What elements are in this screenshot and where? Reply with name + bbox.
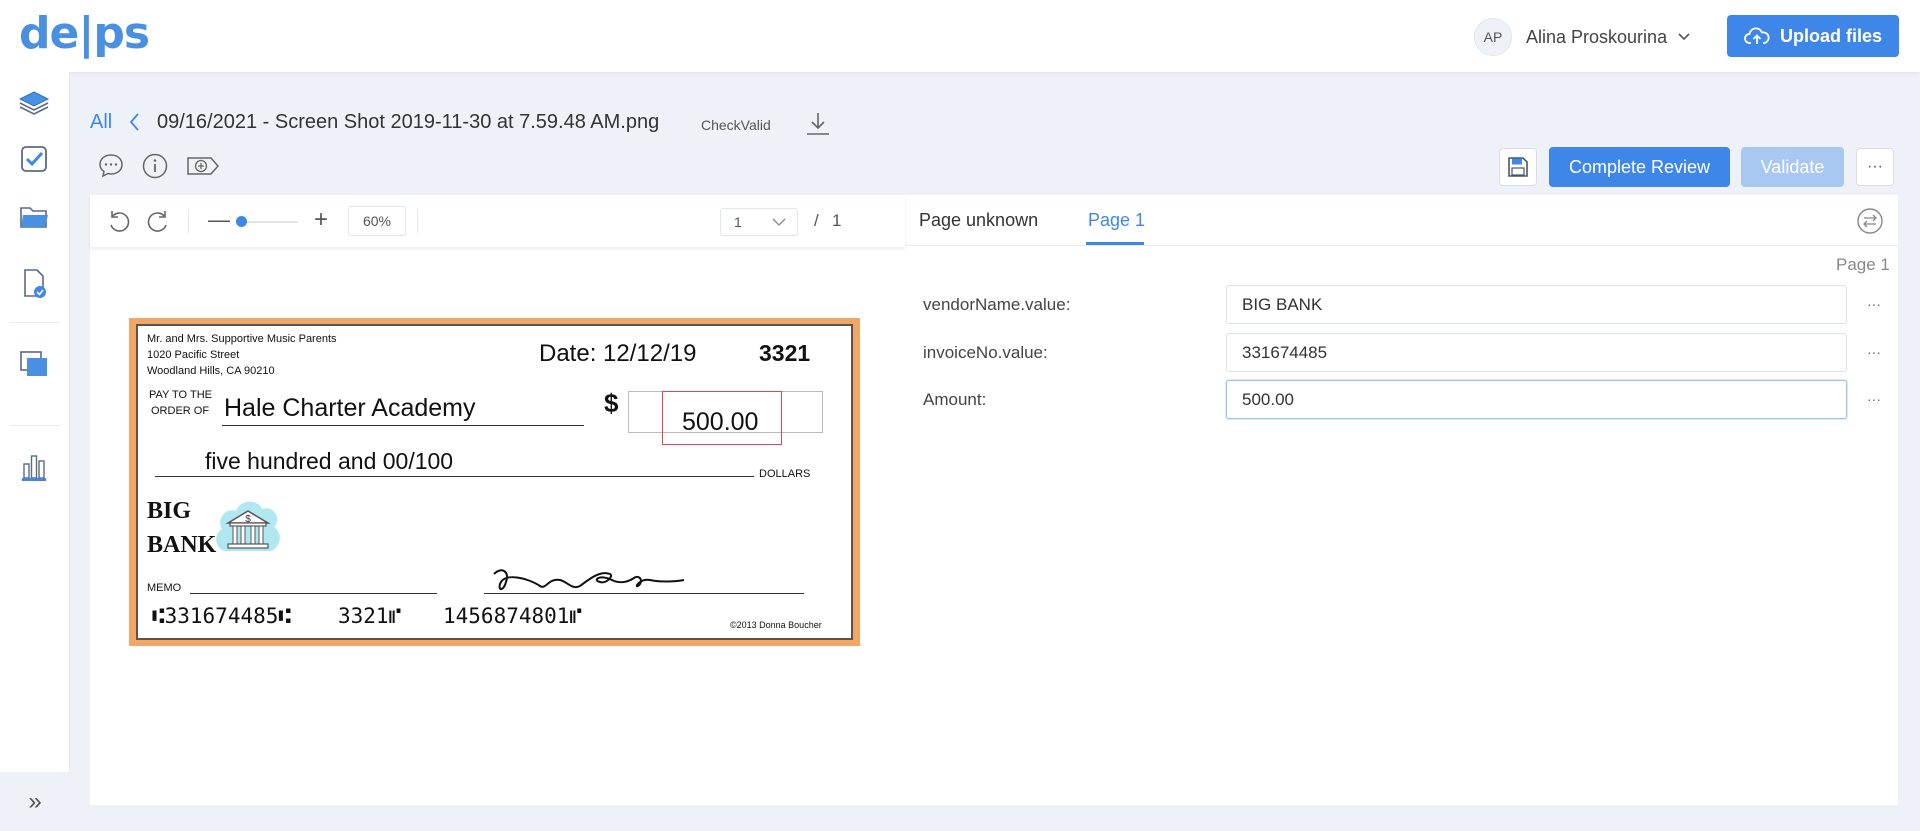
field-label-vendor-name: vendorName.value: <box>923 295 1071 314</box>
floppy-disk-icon <box>1508 157 1528 177</box>
page-separator: / <box>814 211 819 230</box>
page-indicator: Page 1 <box>1836 255 1890 274</box>
micr-routing-number: ⑆331674485⑆ <box>152 604 291 628</box>
micr-account-number: 1456874801⑈ <box>443 604 583 628</box>
check-copyright: ©2013 Donna Boucher <box>730 620 822 630</box>
document-type-label: CheckValid <box>701 117 771 133</box>
user-menu[interactable]: AP Alina Proskourina <box>1474 18 1691 56</box>
upload-files-label: Upload files <box>1779 25 1882 46</box>
tab-page-unknown[interactable]: Page unknown <box>919 210 1038 231</box>
payer-name: Mr. and Mrs. Supportive Music Parents <box>147 333 337 345</box>
amount-input[interactable]: 500.00 <box>1226 380 1847 419</box>
toolbar-divider <box>188 209 189 233</box>
avatar[interactable]: AP <box>1474 18 1512 56</box>
app-logo-text: de|ps <box>19 8 150 59</box>
cloud-upload-icon <box>1744 27 1770 44</box>
checkbox-icon[interactable] <box>17 142 51 176</box>
copy-icon[interactable] <box>17 347 51 381</box>
amount-words: five hundred and 00/100 <box>205 448 454 474</box>
sidebar-expand-button[interactable]: » <box>0 772 70 831</box>
double-chevron-right-icon: » <box>28 787 42 815</box>
dollars-label: DOLLARS <box>759 468 811 480</box>
folder-icon[interactable] <box>17 200 51 234</box>
sidebar-divider <box>10 322 60 323</box>
rotate-left-icon[interactable] <box>106 209 132 240</box>
zoom-out-button[interactable]: — <box>208 207 230 233</box>
payee-line <box>222 425 584 426</box>
more-options-button[interactable]: ··· <box>1856 148 1894 186</box>
memo-line <box>190 593 437 594</box>
app-logo[interactable]: de|ps <box>19 8 150 59</box>
chevron-down-icon <box>771 215 787 231</box>
zoom-in-button[interactable]: + <box>314 206 328 234</box>
page-total: 1 <box>832 211 842 230</box>
field-label-amount: Amount: <box>923 390 987 409</box>
document-title: 09/16/2021 - Screen Shot 2019-11-30 at 7… <box>157 111 660 133</box>
order-of-label: ORDER OF <box>151 405 210 417</box>
payee-name: Hale Charter Academy <box>224 394 476 422</box>
info-icon[interactable] <box>141 152 169 185</box>
page-select-value: 1 <box>734 214 742 230</box>
add-tag-icon[interactable] <box>185 152 221 185</box>
micr-check-number: 3321⑈ <box>338 604 402 628</box>
bar-chart-icon[interactable] <box>17 450 51 484</box>
payer-street: 1020 Pacific Street <box>147 349 240 361</box>
tab-page-1[interactable]: Page 1 <box>1088 210 1145 231</box>
page-select[interactable]: 1 <box>720 208 798 236</box>
sidebar-divider <box>10 425 60 426</box>
complete-review-button[interactable]: Complete Review <box>1549 147 1730 187</box>
left-sidebar: » <box>0 72 70 831</box>
viewer-toolbar: — + 60% 1 / 1 <box>90 195 905 247</box>
validate-button[interactable]: Validate <box>1741 147 1844 187</box>
bank-name-line2: BANK <box>147 532 217 558</box>
vendor-name-more-button[interactable]: ··· <box>1867 296 1881 312</box>
check-number: 3321 <box>759 340 811 366</box>
layers-icon[interactable] <box>17 86 51 120</box>
chevron-left-icon[interactable] <box>128 112 140 137</box>
check-body: Mr. and Mrs. Supportive Music Parents 10… <box>136 324 853 640</box>
toolbar-divider <box>417 209 418 233</box>
amount-more-button[interactable]: ··· <box>1867 391 1881 407</box>
top-header: de|ps AP Alina Proskourina Upload files <box>0 0 1920 72</box>
field-label-invoice-no: invoiceNo.value: <box>923 343 1048 362</box>
vendor-name-input[interactable]: BIG BANK <box>1226 285 1847 324</box>
bank-name-line1: BIG <box>147 498 192 524</box>
amount-words-line <box>155 476 754 477</box>
save-button[interactable] <box>1499 148 1537 186</box>
amount-numeric: 500.00 <box>682 408 759 436</box>
swap-arrows-icon[interactable] <box>1856 207 1884 240</box>
zoom-slider-handle[interactable] <box>236 216 247 227</box>
bank-building-icon: $ <box>210 493 286 574</box>
breadcrumb-all-link[interactable]: All <box>90 111 112 134</box>
comment-icon[interactable] <box>97 152 125 185</box>
dollar-sign: $ <box>604 388 619 418</box>
upload-files-button[interactable]: Upload files <box>1727 15 1899 57</box>
zoom-slider-track[interactable] <box>238 221 298 223</box>
zoom-level-input[interactable]: 60% <box>348 206 406 236</box>
signature <box>488 560 688 607</box>
check-image: Mr. and Mrs. Supportive Music Parents 10… <box>129 318 860 646</box>
invoice-no-more-button[interactable]: ··· <box>1867 344 1881 360</box>
tabs-divider <box>905 245 1898 246</box>
invoice-no-input[interactable]: 331674485 <box>1226 333 1847 372</box>
memo-label: MEMO <box>147 582 182 594</box>
document-check-icon[interactable] <box>17 267 51 301</box>
pay-to-label: PAY TO THE <box>149 389 212 401</box>
rotate-right-icon[interactable] <box>145 209 171 240</box>
user-name[interactable]: Alina Proskourina <box>1526 27 1667 48</box>
review-panel: — + 60% 1 / 1 Mr. and Mrs. Supportive Mu… <box>90 195 1898 805</box>
chevron-down-icon[interactable] <box>1677 28 1691 46</box>
check-date: Date: 12/12/19 <box>539 340 697 367</box>
download-icon[interactable] <box>804 110 832 143</box>
payer-city: Woodland Hills, CA 90210 <box>147 365 275 377</box>
